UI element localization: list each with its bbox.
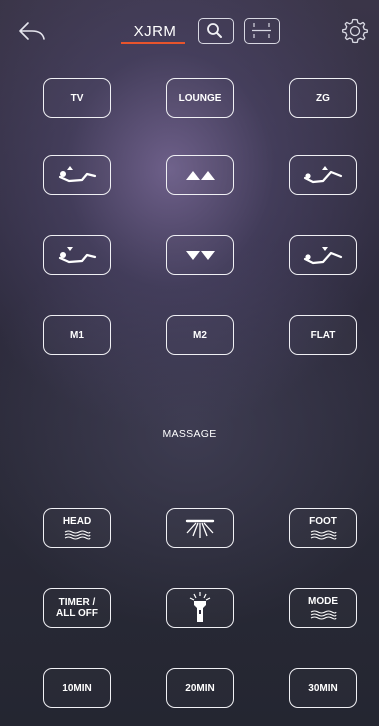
waves-icon	[64, 530, 91, 540]
waves-icon	[310, 610, 337, 620]
head-massage-button[interactable]: HEAD	[43, 508, 111, 548]
scan-icon	[252, 23, 271, 38]
memory-2-button[interactable]: M2	[166, 315, 234, 355]
title-underline	[121, 42, 185, 44]
foot-massage-label: FOOT	[309, 516, 337, 527]
all-up-button[interactable]	[166, 155, 234, 195]
back-arrow-icon	[19, 22, 45, 40]
flashlight-button[interactable]	[166, 588, 234, 628]
flashlight-icon	[189, 592, 211, 622]
head-massage-content: HEAD	[63, 516, 91, 540]
foot-down-icon	[303, 247, 343, 265]
memory-1-label: M1	[70, 329, 84, 341]
memory-2-label: M2	[193, 329, 207, 341]
ceiling-lamp-icon	[185, 519, 215, 538]
timer-20min-button[interactable]: 20MIN	[166, 668, 234, 708]
foot-down-button[interactable]	[289, 235, 357, 275]
head-up-icon	[58, 166, 97, 183]
search-icon	[207, 23, 222, 38]
mode-label: MODE	[308, 596, 338, 607]
flat-label: FLAT	[310, 329, 336, 341]
settings-button[interactable]	[340, 16, 370, 46]
head-up-button[interactable]	[43, 155, 111, 195]
head-down-icon	[58, 247, 97, 264]
double-down-triangle-icon	[186, 251, 215, 260]
tv-preset-label: TV	[70, 92, 84, 104]
all-down-button[interactable]	[166, 235, 234, 275]
head-massage-label: HEAD	[62, 516, 92, 527]
flat-button[interactable]: FLAT	[289, 315, 357, 355]
zg-preset-label: ZG	[316, 92, 330, 104]
double-up-triangle-icon	[186, 171, 215, 180]
foot-up-icon	[303, 166, 343, 184]
foot-massage-content: FOOT	[309, 516, 337, 540]
lounge-preset-label: LOUNGE	[178, 92, 222, 104]
top-bar: XJRM	[0, 0, 379, 60]
timer-label-line2: ALL OFF	[55, 608, 99, 619]
timer-30min-button[interactable]: 30MIN	[289, 668, 357, 708]
gear-icon	[342, 18, 368, 44]
timer-10min-button[interactable]: 10MIN	[43, 668, 111, 708]
mode-button[interactable]: MODE	[289, 588, 357, 628]
device-title: XJRM	[133, 23, 177, 40]
search-button[interactable]	[198, 18, 234, 44]
timer-label-line1: TIMER /	[58, 597, 96, 608]
lounge-preset-button[interactable]: LOUNGE	[166, 78, 234, 118]
head-down-button[interactable]	[43, 235, 111, 275]
timer-all-off-content: TIMER / ALL OFF	[56, 597, 98, 619]
waves-icon	[310, 530, 337, 540]
back-button[interactable]	[18, 20, 46, 42]
foot-massage-button[interactable]: FOOT	[289, 508, 357, 548]
timer-10min-label: 10MIN	[62, 682, 92, 694]
scan-button[interactable]	[244, 18, 280, 44]
zg-preset-button[interactable]: ZG	[289, 78, 357, 118]
memory-1-button[interactable]: M1	[43, 315, 111, 355]
timer-30min-label: 30MIN	[308, 682, 338, 694]
foot-up-button[interactable]	[289, 155, 357, 195]
underbed-light-button[interactable]	[166, 508, 234, 548]
massage-section-label: MASSAGE	[162, 428, 217, 440]
timer-20min-label: 20MIN	[185, 682, 215, 694]
bed-remote-screen: XJRM TV LOUNGE ZG M1 M2 FLAT MASSAGE HEA…	[0, 0, 379, 726]
tv-preset-button[interactable]: TV	[43, 78, 111, 118]
timer-all-off-button[interactable]: TIMER / ALL OFF	[43, 588, 111, 628]
mode-content: MODE	[308, 596, 338, 620]
